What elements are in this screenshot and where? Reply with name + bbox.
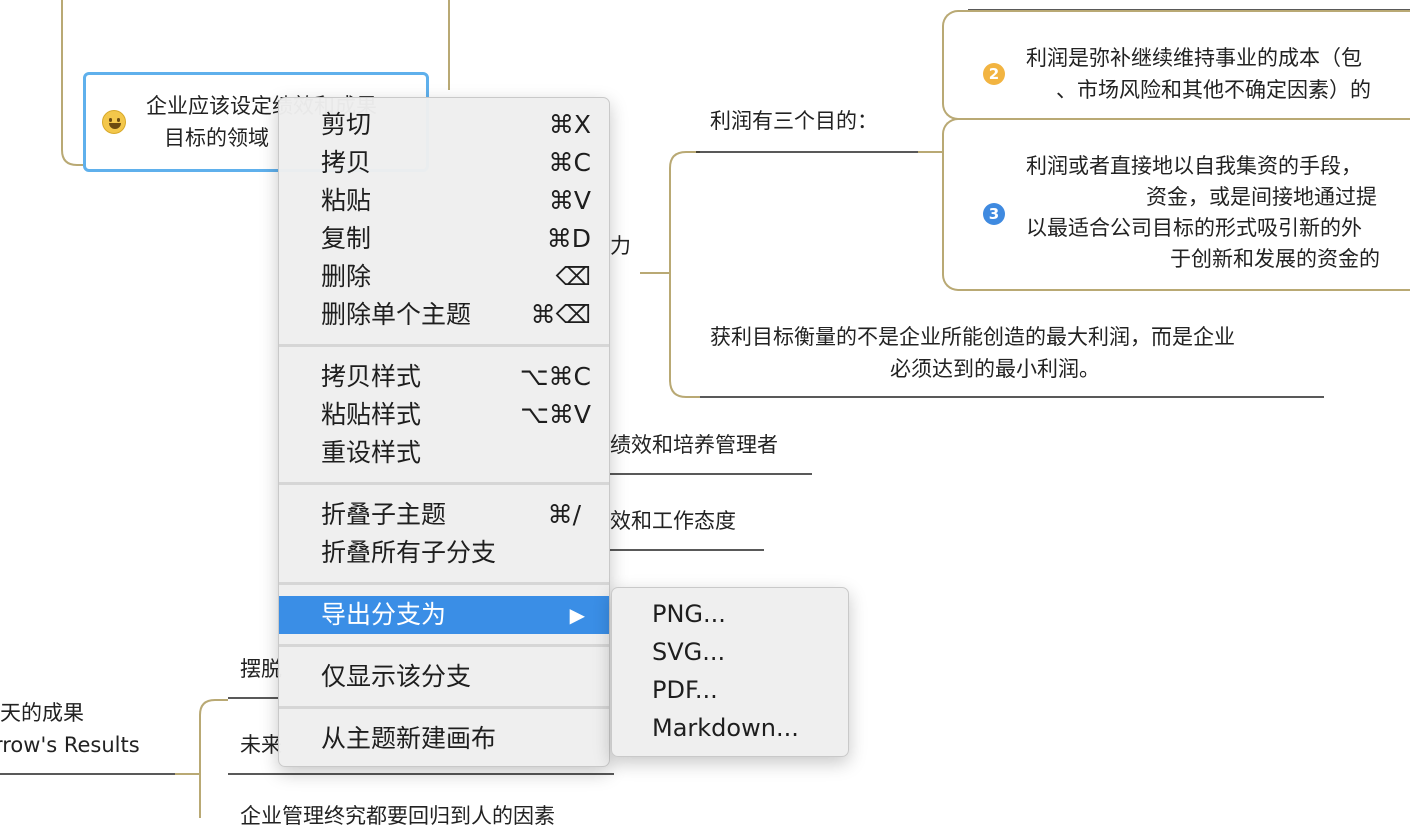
purpose3-line3: 以最适合公司目标的形式吸引新的外 [1026,216,1362,240]
purpose3-line1: 利润或者直接地以自我集资的手段， [1026,154,1362,178]
menu-item-label: 拷贝 [321,148,372,177]
menu-item-shortcut: ⌘⌫ [530,300,591,329]
priority-3-icon: 3 [983,203,1005,225]
menu-item-copy[interactable]: 拷贝 ⌘C [279,144,609,182]
menu-item-collapse-subtopics[interactable]: 折叠子主题 ⌘/ [279,496,609,534]
menu-item-shortcut: ⌥⌘V [520,400,591,429]
bottom-topic-fragment[interactable]: 企业管理终究都要回归到人的因素 [240,800,555,832]
purpose3-line2: 资金，或是间接地通过提 [1146,185,1377,209]
menu-item-copy-style[interactable]: 拷贝样式 ⌥⌘C [279,358,609,396]
menu-separator [279,644,609,647]
priority-2-icon: 2 [983,63,1005,85]
left-topic-line1[interactable]: 天的成果 [0,697,84,729]
profit-measure-line2: 必须达到的最小利润。 [890,357,1100,381]
menu-item-label: 导出分支为 [321,600,447,629]
submenu-arrow-icon: ▶ [569,603,585,627]
menu-item-shortcut: ⌘/ [547,500,581,529]
menu-item-label: 删除单个主题 [321,300,472,329]
menu-separator [279,482,609,485]
menu-item-shortcut: ⌥⌘C [519,362,591,391]
menu-item-duplicate[interactable]: 复制 ⌘D [279,220,609,258]
context-menu: 剪切 ⌘X 拷贝 ⌘C 粘贴 ⌘V 复制 ⌘D 删除 ⌫ 删除单个主题 ⌘⌫ 拷… [278,97,610,767]
export-submenu: PNG... SVG... PDF... Markdown... [611,587,849,757]
purpose2-line2: 、市场风险和其他不确定因素）的 [1056,78,1371,102]
menu-item-paste[interactable]: 粘贴 ⌘V [279,182,609,220]
export-pdf-item[interactable]: PDF... [652,672,718,708]
topic-fragment-perf-attitude[interactable]: 效和工作态度 [610,505,736,537]
menu-item-shortcut: ⌘D [546,224,591,253]
topic-fragment-baituo[interactable]: 摆脱 [240,653,282,685]
topic-fragment-li[interactable]: 力 [610,230,631,262]
grinning-face-icon [102,110,126,134]
menu-item-label: 从主题新建画布 [321,724,497,753]
export-png-item[interactable]: PNG... [652,596,726,632]
menu-item-shortcut: ⌘X [548,110,591,139]
menu-separator [279,344,609,347]
menu-item-new-canvas-from-topic[interactable]: 从主题新建画布 [279,720,609,758]
menu-item-show-branch-only[interactable]: 仅显示该分支 [279,658,609,696]
purpose2-line1: 利润是弥补继续维持事业的成本（包 [1026,46,1362,70]
menu-item-label: 剪切 [321,110,372,139]
topic-fragment-perf-mgr[interactable]: 绩效和培养管理者 [610,429,778,461]
menu-item-delete-single-topic[interactable]: 删除单个主题 ⌘⌫ [279,296,609,334]
left-topic-line2: rrow's Results [0,733,140,757]
menu-item-collapse-all[interactable]: 折叠所有子分支 [279,534,609,572]
menu-item-delete[interactable]: 删除 ⌫ [279,258,609,296]
menu-item-label: 仅显示该分支 [321,662,472,691]
menu-item-shortcut: ⌫ [555,262,591,291]
menu-item-shortcut: ⌘C [548,148,591,177]
menu-item-paste-style[interactable]: 粘贴样式 ⌥⌘V [279,396,609,434]
menu-item-label: 粘贴 [321,186,372,215]
purpose3-line4: 于创新和发展的资金的 [1170,247,1380,271]
menu-item-label: 折叠子主题 [321,500,447,529]
menu-separator [279,706,609,709]
menu-item-label: 复制 [321,224,372,253]
menu-item-export-branch[interactable]: 导出分支为 ▶ [279,596,609,634]
menu-item-cut[interactable]: 剪切 ⌘X [279,106,609,144]
menu-separator [279,582,609,585]
menu-item-label: 粘贴样式 [321,400,422,429]
menu-item-label: 折叠所有子分支 [321,538,497,567]
export-svg-item[interactable]: SVG... [652,634,725,670]
profit-purposes-topic[interactable]: 利润有三个目的： [710,105,878,137]
menu-item-shortcut: ⌘V [548,186,591,215]
menu-item-reset-style[interactable]: 重设样式 [279,434,609,472]
selected-topic-line2: 目标的领域 [164,126,269,150]
topic-fragment-weilai[interactable]: 未来 [240,729,282,761]
menu-item-label: 重设样式 [321,438,422,467]
export-markdown-item[interactable]: Markdown... [652,710,799,746]
menu-item-label: 拷贝样式 [321,362,422,391]
profit-measure-line1[interactable]: 获利目标衡量的不是企业所能创造的最大利润，而是企业 [710,321,1235,353]
menu-item-label: 删除 [321,262,372,291]
